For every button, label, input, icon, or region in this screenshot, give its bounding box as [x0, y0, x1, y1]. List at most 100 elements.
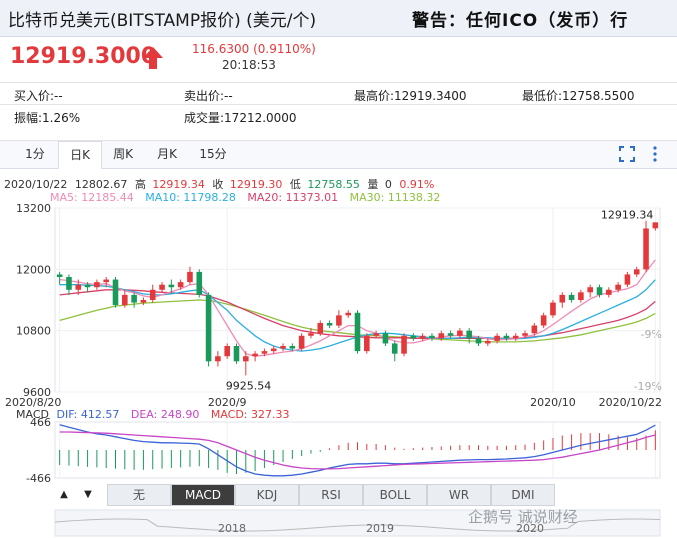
indicator-boll[interactable]: BOLL [363, 484, 427, 506]
ma5-label: MA5: 12185.44 [50, 191, 134, 204]
ma-legend: MA5: 12185.44 MA10: 11798.28 MA20: 11373… [50, 191, 440, 204]
more-vertical-icon[interactable] [650, 145, 660, 163]
info-close-label: 收 [212, 178, 224, 191]
candle-body [168, 284, 175, 288]
x-tick-label: 2020/10 [530, 396, 576, 409]
info-date: 2020/10/22 [4, 178, 68, 191]
candle-body [149, 289, 156, 300]
candle-body [531, 325, 538, 334]
price-change: 116.6300 (0.9110%) [192, 42, 316, 56]
candle-body [391, 343, 398, 354]
candle-body [364, 335, 370, 352]
fullscreen-icon[interactable] [618, 145, 636, 163]
candle-body [122, 294, 128, 306]
info-open: 12802.67 [74, 178, 128, 191]
candle-body [494, 335, 500, 341]
high-price: 最高价:12919.3400 [354, 89, 467, 103]
navigator-year-label: 2018 [218, 522, 246, 535]
indicator-wr[interactable]: WR [427, 484, 491, 506]
candle-body [503, 335, 510, 339]
macd-tick-label: -466 [26, 472, 51, 485]
candle-body [270, 348, 277, 352]
navigator-year-label: 2019 [366, 522, 394, 535]
tab-weekly[interactable]: 周K [102, 141, 144, 168]
candle-body [317, 323, 324, 334]
candle-body [447, 333, 454, 336]
volume: 成交量:17212.0000 [184, 111, 297, 125]
candle-body [466, 330, 472, 339]
ma5-line [59, 259, 656, 357]
indicator-none[interactable]: 无 [107, 484, 171, 506]
candle-body [373, 333, 379, 336]
ma10-line [59, 279, 656, 352]
macd-title: MACD [16, 408, 49, 421]
ma20-line [59, 289, 656, 339]
candle-body [559, 294, 566, 303]
indicator-tabs: 无 MACD KDJ RSI BOLL WR DMI [55, 484, 555, 506]
candle-body [419, 335, 426, 339]
bid-price: 买入价:-- [14, 89, 63, 103]
candle-body [410, 335, 417, 339]
macd-legend: MACD DIF: 412.57 DEA: 248.90 MACD: 327.3… [16, 408, 290, 421]
high-annotation: 12919.34 [601, 208, 654, 221]
info-pct: 0.91% [399, 178, 435, 191]
candle-body [84, 284, 91, 288]
candle-body [382, 333, 389, 344]
candle-body [243, 356, 249, 362]
dif-label: DIF: 412.57 [56, 408, 120, 421]
candle-body [308, 333, 314, 336]
tab-1min[interactable]: 1分 [14, 141, 56, 168]
indicator-dmi[interactable]: DMI [491, 484, 555, 506]
candle-body [633, 269, 640, 275]
candle-body [66, 277, 72, 290]
candle-body [401, 335, 407, 354]
candle-body [252, 353, 258, 357]
info-vol-label: 量 [367, 178, 379, 191]
candle-body [205, 294, 212, 362]
candle-body [606, 289, 612, 295]
candle-body [224, 346, 230, 357]
candle-body [615, 284, 621, 290]
kline-chart[interactable]: 1320012000108009600-9%-19%2020/8/20 2020/… [0, 0, 677, 538]
candle-body [522, 333, 528, 336]
ohlc-info: 2020/10/22 12802.67 高 12919.34 收 12919.3… [4, 176, 434, 192]
candle-body [540, 315, 547, 326]
macd-panel-frame [54, 421, 661, 479]
candle-body [131, 294, 137, 303]
candle-body [485, 340, 491, 344]
indicator-macd[interactable]: MACD [171, 484, 235, 506]
candle-body [587, 287, 593, 293]
candle-body [215, 356, 221, 362]
current-price: 12919.3000 [10, 44, 157, 69]
candle-body [652, 222, 659, 229]
candle-body [140, 300, 147, 303]
candle-body [196, 271, 203, 295]
candle-body [159, 284, 165, 290]
indicator-rsi[interactable]: RSI [299, 484, 363, 506]
indicator-kdj[interactable]: KDJ [235, 484, 299, 506]
ma30-line [59, 299, 656, 343]
tab-monthly[interactable]: 月K [146, 141, 188, 168]
dea-line [59, 431, 656, 470]
info-low: 12758.55 [307, 178, 360, 191]
info-low-label: 低 [289, 178, 301, 191]
quote-time: 20:18:53 [222, 58, 276, 72]
x-tick-label: 2020/10/22 [599, 396, 662, 409]
ma20-label: MA20: 11373.01 [247, 191, 339, 204]
up-arrow-icon [143, 47, 163, 69]
page-title: 比特币兑美元(BITSTAMP报价) (美元/个) [8, 11, 317, 31]
candle-body [56, 274, 63, 277]
price-panel-frame [54, 207, 661, 393]
header-bar: 比特币兑美元(BITSTAMP报价) (美元/个) 警告：任何ICO（发币）行 [0, 0, 677, 37]
y-tick-label: 10800 [16, 325, 51, 338]
candle-body [624, 274, 631, 285]
candle-body [578, 292, 584, 300]
dea-label: DEA: 248.90 [130, 408, 200, 421]
candle-body [336, 315, 342, 326]
tab-daily[interactable]: 日K [58, 141, 102, 169]
tab-15min[interactable]: 15分 [190, 141, 236, 168]
ma10-label: MA10: 11798.28 [145, 191, 236, 204]
info-high-label: 高 [134, 178, 146, 191]
candle-body [429, 335, 435, 339]
candle-body [596, 287, 603, 295]
